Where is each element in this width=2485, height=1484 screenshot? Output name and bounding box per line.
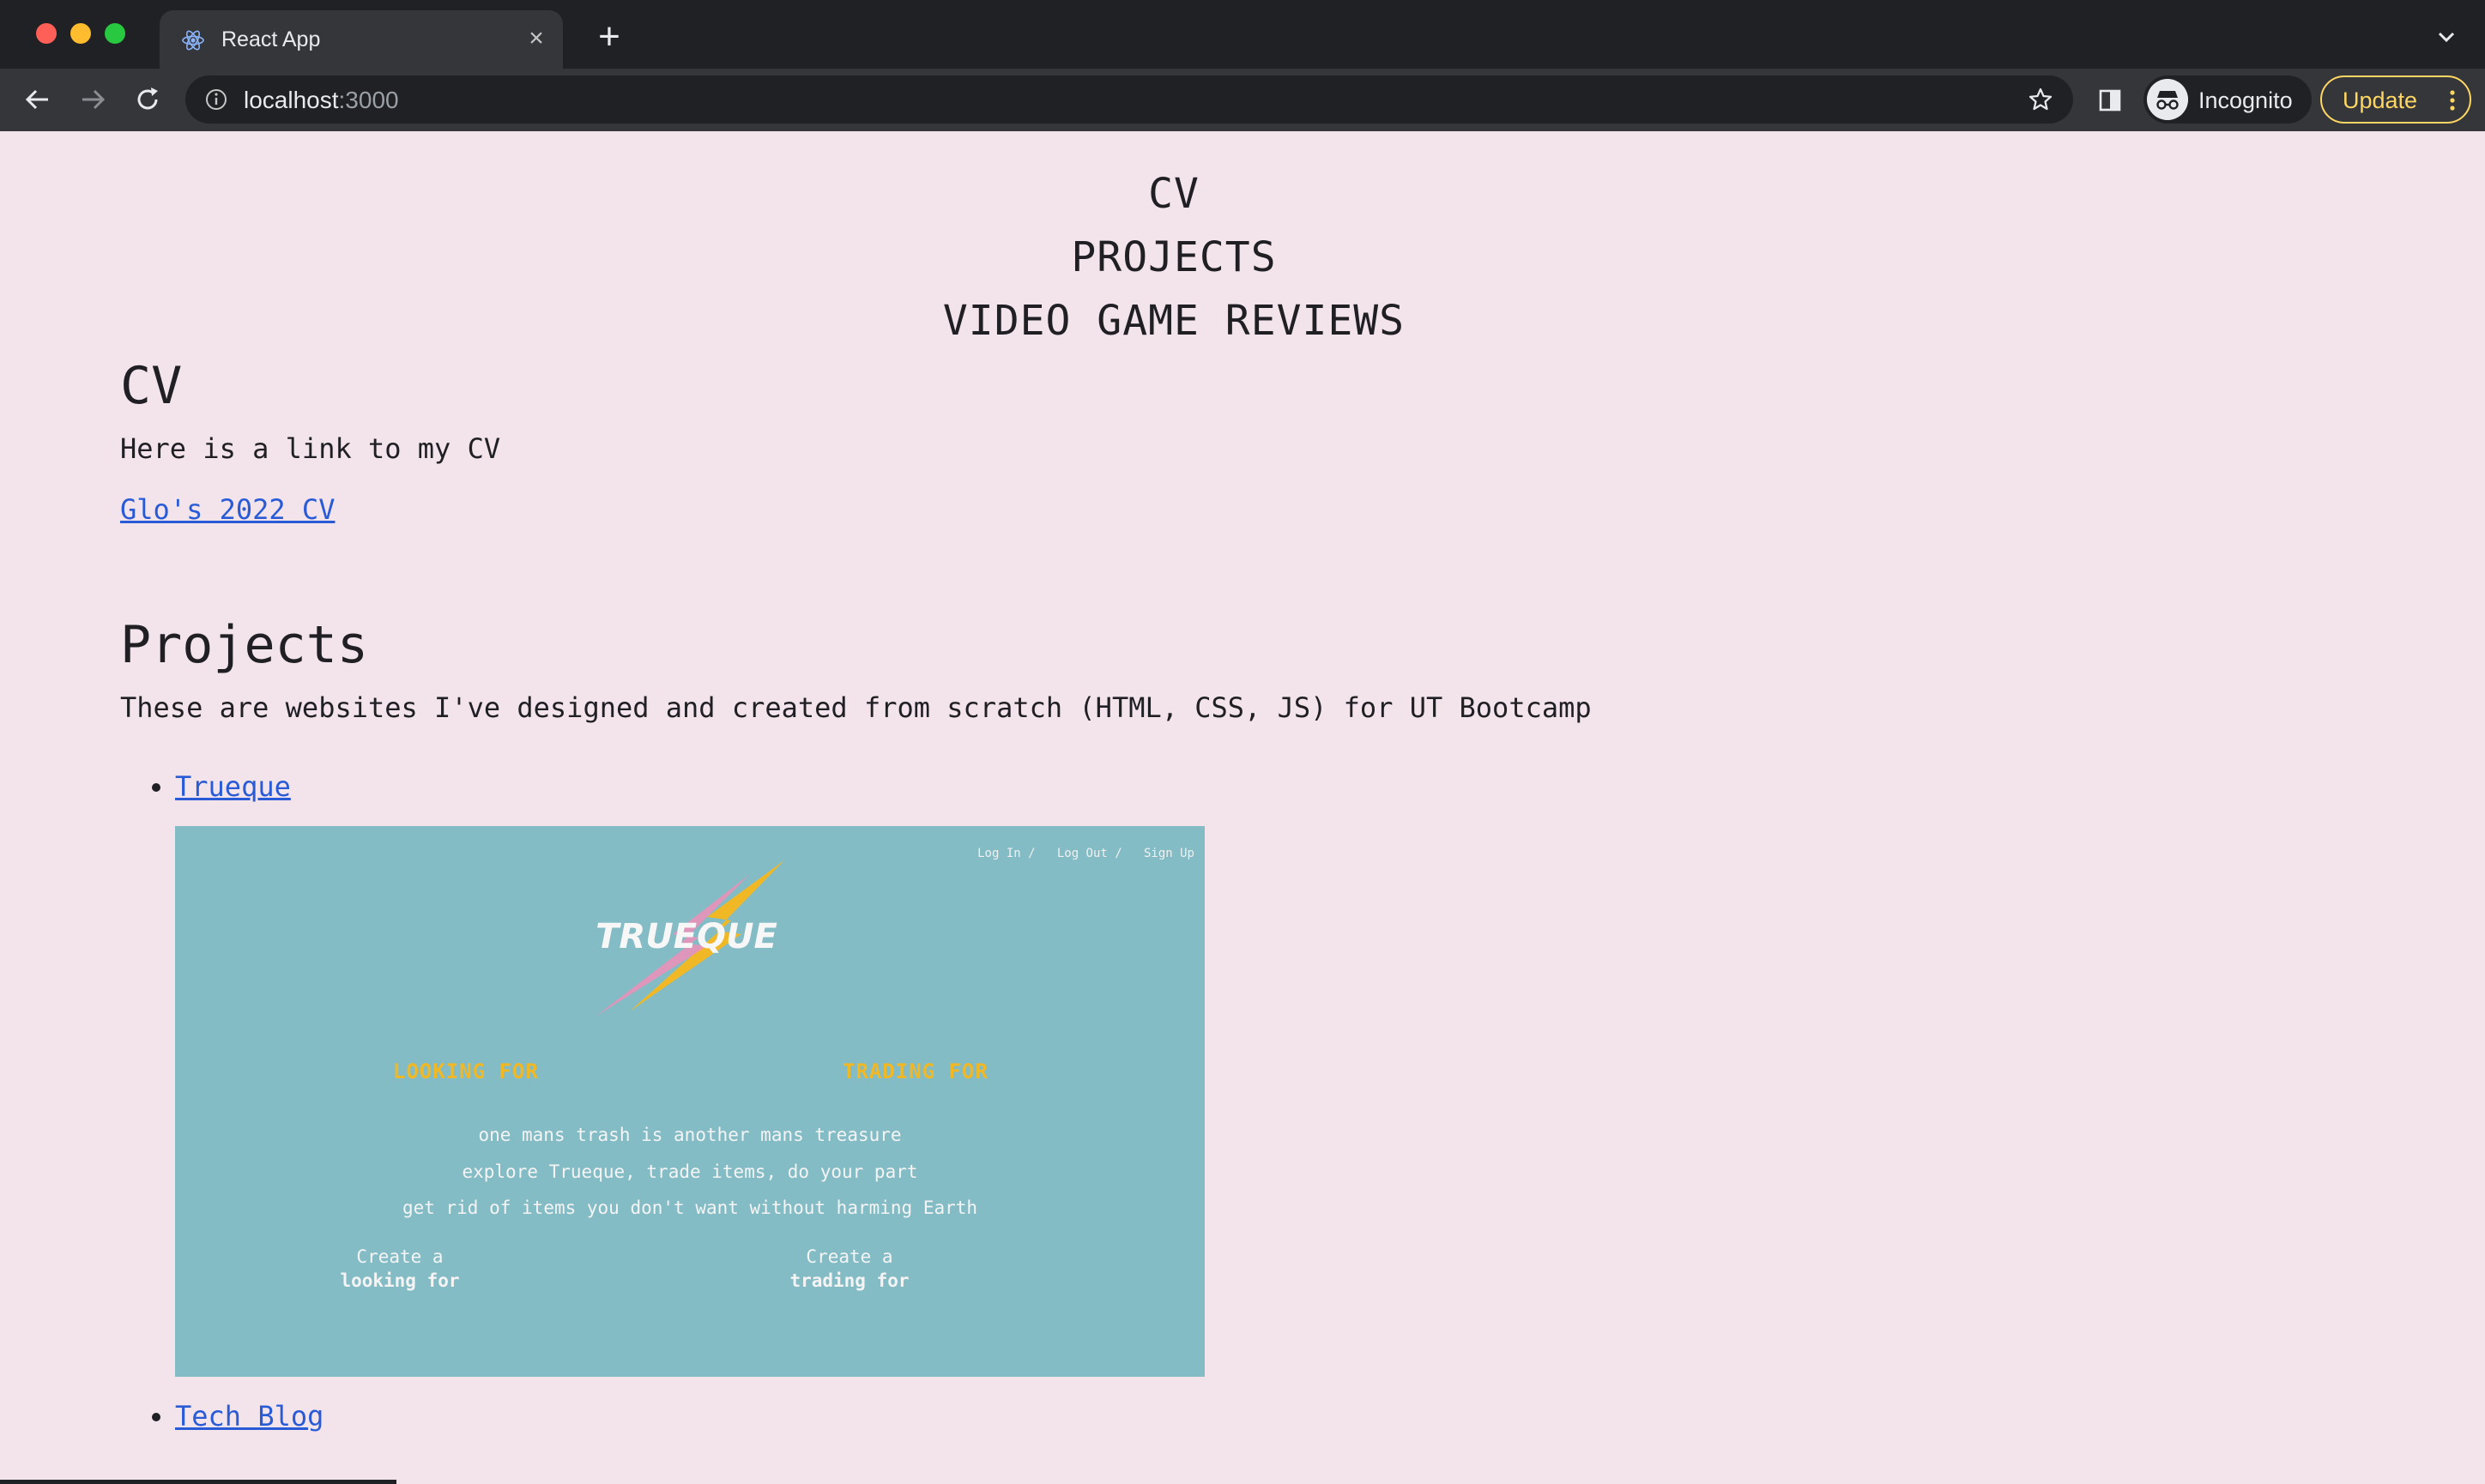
project-link-trueque[interactable]: Trueque: [175, 770, 291, 803]
url-text: localhost:3000: [244, 87, 399, 114]
incognito-icon: [2147, 79, 2188, 120]
create-trading-for-cta: Create a trading for: [764, 1245, 935, 1293]
address-bar[interactable]: localhost:3000: [185, 75, 2073, 124]
list-item: Trueque Log In / Log Out / Sign Up TRUEQ…: [175, 766, 2351, 1377]
reload-icon[interactable]: [129, 81, 166, 118]
trueque-screenshot: Log In / Log Out / Sign Up TRUEQUE LOOKI…: [175, 826, 1205, 1377]
trueque-logo: TRUEQUE: [596, 860, 784, 1016]
cta-left-top: Create a: [356, 1246, 444, 1267]
cv-link-wrapper: Glo's 2022 CV: [120, 493, 2351, 526]
tagline-2: explore Trueque, trade items, do your pa…: [462, 1161, 918, 1182]
cv-link[interactable]: Glo's 2022 CV: [120, 493, 335, 526]
nav-link-cv[interactable]: CV: [0, 162, 2348, 226]
update-label: Update: [2343, 87, 2418, 113]
chevron-down-icon[interactable]: [2434, 24, 2459, 50]
trueque-logo-text: TRUEQUE: [596, 917, 777, 956]
tab-title: React App: [221, 27, 321, 51]
tagline-3: get rid of items you don't want without …: [402, 1197, 978, 1218]
react-icon: [182, 30, 204, 51]
update-button[interactable]: Update: [2320, 75, 2471, 124]
cta-right-top: Create a: [806, 1246, 893, 1267]
more-vert-icon[interactable]: [2446, 87, 2459, 113]
browser-chrome: React App × + localhost:3000 Incognito U…: [0, 0, 2485, 131]
projects-text: These are websites I've designed and cre…: [120, 691, 1592, 724]
back-arrow-icon[interactable]: [19, 81, 57, 118]
scroll-indicator: [0, 1480, 396, 1484]
incognito-profile-button[interactable]: Incognito: [2143, 75, 2312, 124]
projects-list: Trueque Log In / Log Out / Sign Up TRUEQ…: [175, 766, 2351, 1437]
cta-left-bottom: looking for: [340, 1270, 460, 1291]
cv-text: Here is a link to my CV: [120, 432, 501, 465]
browser-toolbar: localhost:3000 Incognito Update: [0, 69, 2485, 131]
forward-arrow-icon[interactable]: [74, 81, 112, 118]
site-nav: CV PROJECTS VIDEO GAME REVIEWS: [0, 162, 2348, 353]
new-tab-icon[interactable]: +: [592, 18, 626, 56]
projects-section: Projects These are websites I've designe…: [120, 615, 2351, 1437]
star-icon[interactable]: [2027, 86, 2054, 113]
url-port: :3000: [338, 87, 399, 113]
screenshot-top-links: Log In / Log Out / Sign Up: [977, 847, 1194, 860]
create-looking-for-cta: Create a looking for: [314, 1245, 486, 1293]
url-host: localhost: [244, 87, 339, 113]
maximize-window-button[interactable]: [105, 23, 125, 44]
list-item: Tech Blog: [175, 1396, 2351, 1437]
info-icon[interactable]: [204, 87, 228, 112]
projects-heading: Projects: [120, 615, 368, 675]
tagline-1: one mans trash is another mans treasure: [478, 1125, 902, 1145]
looking-for-heading: LOOKING FOR: [393, 1059, 539, 1083]
project-link-tech-blog[interactable]: Tech Blog: [175, 1400, 323, 1433]
minimize-window-button[interactable]: [70, 23, 91, 44]
tab-strip: React App × +: [0, 0, 2485, 69]
nav-link-video-game-reviews[interactable]: VIDEO GAME REVIEWS: [0, 289, 2348, 353]
browser-tab[interactable]: React App ×: [160, 10, 563, 69]
cv-section: CV Here is a link to my CV Glo's 2022 CV: [120, 356, 2351, 526]
page-content: CV PROJECTS VIDEO GAME REVIEWS CV Here i…: [0, 131, 2485, 1484]
close-tab-icon[interactable]: ×: [523, 26, 549, 51]
main-content: CV Here is a link to my CV Glo's 2022 CV…: [120, 356, 2351, 1456]
cta-right-bottom: trading for: [789, 1270, 910, 1291]
cv-heading: CV: [120, 356, 183, 416]
trading-for-heading: TRADING FOR: [843, 1059, 989, 1083]
incognito-label: Incognito: [2198, 87, 2293, 113]
nav-link-projects[interactable]: PROJECTS: [0, 226, 2348, 289]
side-panel-icon[interactable]: [2097, 87, 2123, 113]
close-window-button[interactable]: [36, 23, 57, 44]
